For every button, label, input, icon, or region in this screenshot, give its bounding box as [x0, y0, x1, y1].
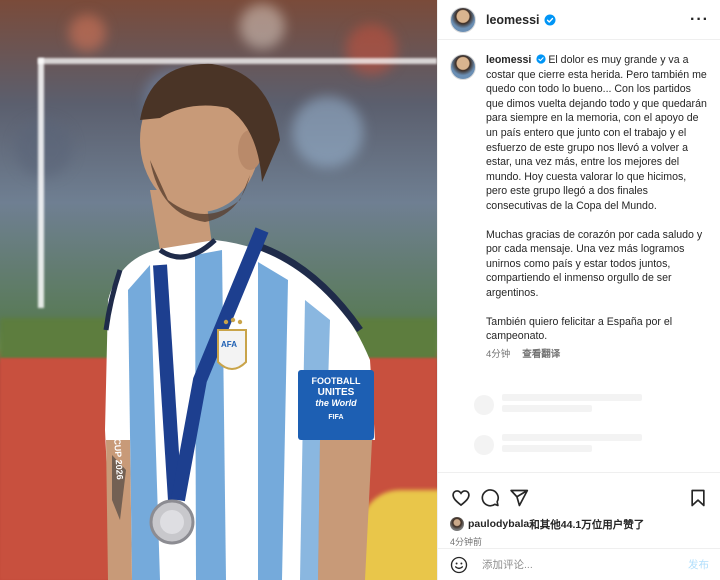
caption-time[interactable]: 4分钟 — [486, 348, 510, 363]
caption-body: leomessi El dolor es muy grande y va a c… — [486, 53, 709, 362]
caption-paragraph-2: Muchas gracias de corazón por cada salud… — [486, 228, 703, 299]
header-username[interactable]: leomessi — [486, 13, 540, 27]
liker-avatar[interactable] — [450, 517, 464, 531]
skeleton-avatar — [474, 395, 494, 416]
skeleton-lines — [502, 394, 642, 416]
skeleton-line — [502, 445, 592, 453]
skeleton-row — [474, 434, 709, 456]
armband-line-1: FOOTBALL — [311, 376, 361, 386]
caption-avatar[interactable] — [450, 54, 476, 80]
skeleton-line — [502, 434, 642, 442]
verified-badge-icon — [544, 14, 556, 25]
comments-loading-skeleton — [474, 394, 709, 471]
save-button[interactable] — [687, 487, 709, 509]
comment-box: 发布 — [438, 548, 720, 580]
see-translation-link[interactable]: 查看翻译 — [522, 348, 560, 363]
bookmark-icon — [691, 489, 705, 507]
likes-summary: paulodybala 和其他44.1万位用户赞了 — [450, 515, 709, 533]
more-icon[interactable]: ··· — [690, 11, 709, 29]
post-actions: paulodybala 和其他44.1万位用户赞了 4分钟前 — [438, 472, 720, 549]
action-icons — [450, 481, 709, 515]
caption-row: leomessi El dolor es muy grande y va a c… — [450, 53, 709, 362]
skeleton-row — [474, 394, 709, 416]
caption-text-1: El dolor es muy grande y va a costar que… — [486, 54, 707, 212]
post-detail-panel: leomessi ··· leomessi El dolor es muy gr… — [437, 0, 720, 580]
caption-area: leomessi El dolor es muy grande y va a c… — [438, 41, 720, 471]
skeleton-line — [502, 405, 592, 413]
player-figure — [103, 63, 375, 580]
armband: FOOTBALL UNITES the World FIFA — [300, 376, 372, 423]
avatar[interactable] — [450, 6, 476, 33]
heart-icon — [452, 490, 470, 507]
caption-paragraph-3: También quiero felicitar a España por el… — [486, 315, 673, 343]
post-comment-button[interactable]: 发布 — [688, 557, 709, 572]
comment-button[interactable] — [479, 487, 501, 509]
armband-line-3: the World — [315, 398, 357, 408]
liker-username[interactable]: paulodybala — [468, 518, 529, 530]
armband-line-2: UNITES — [317, 387, 355, 398]
post-photo[interactable]: AFA FIFA WORLD CUP 2026 FOOTBALL UNITES … — [0, 0, 437, 580]
skeleton-avatar — [474, 435, 494, 456]
caption-meta: 4分钟 查看翻译 — [486, 348, 709, 363]
likes-text[interactable]: 和其他44.1万位用户赞了 — [529, 517, 644, 532]
caption-paragraph-1: leomessi El dolor es muy grande y va a c… — [486, 54, 707, 212]
skeleton-line — [502, 394, 642, 402]
caption-username[interactable]: leomessi — [486, 54, 531, 66]
crest-text: AFA — [221, 340, 237, 349]
armband-brand: FIFA — [328, 414, 344, 421]
emoji-icon[interactable] — [450, 556, 468, 574]
post-time[interactable]: 4分钟前 — [450, 535, 709, 549]
comment-icon — [481, 489, 499, 507]
like-button[interactable] — [450, 487, 472, 509]
post-header: leomessi ··· — [438, 0, 720, 40]
verified-badge-icon — [536, 54, 546, 64]
skeleton-lines — [502, 434, 642, 456]
comment-input[interactable] — [482, 558, 662, 571]
share-button[interactable] — [508, 487, 530, 509]
share-icon — [510, 489, 529, 507]
